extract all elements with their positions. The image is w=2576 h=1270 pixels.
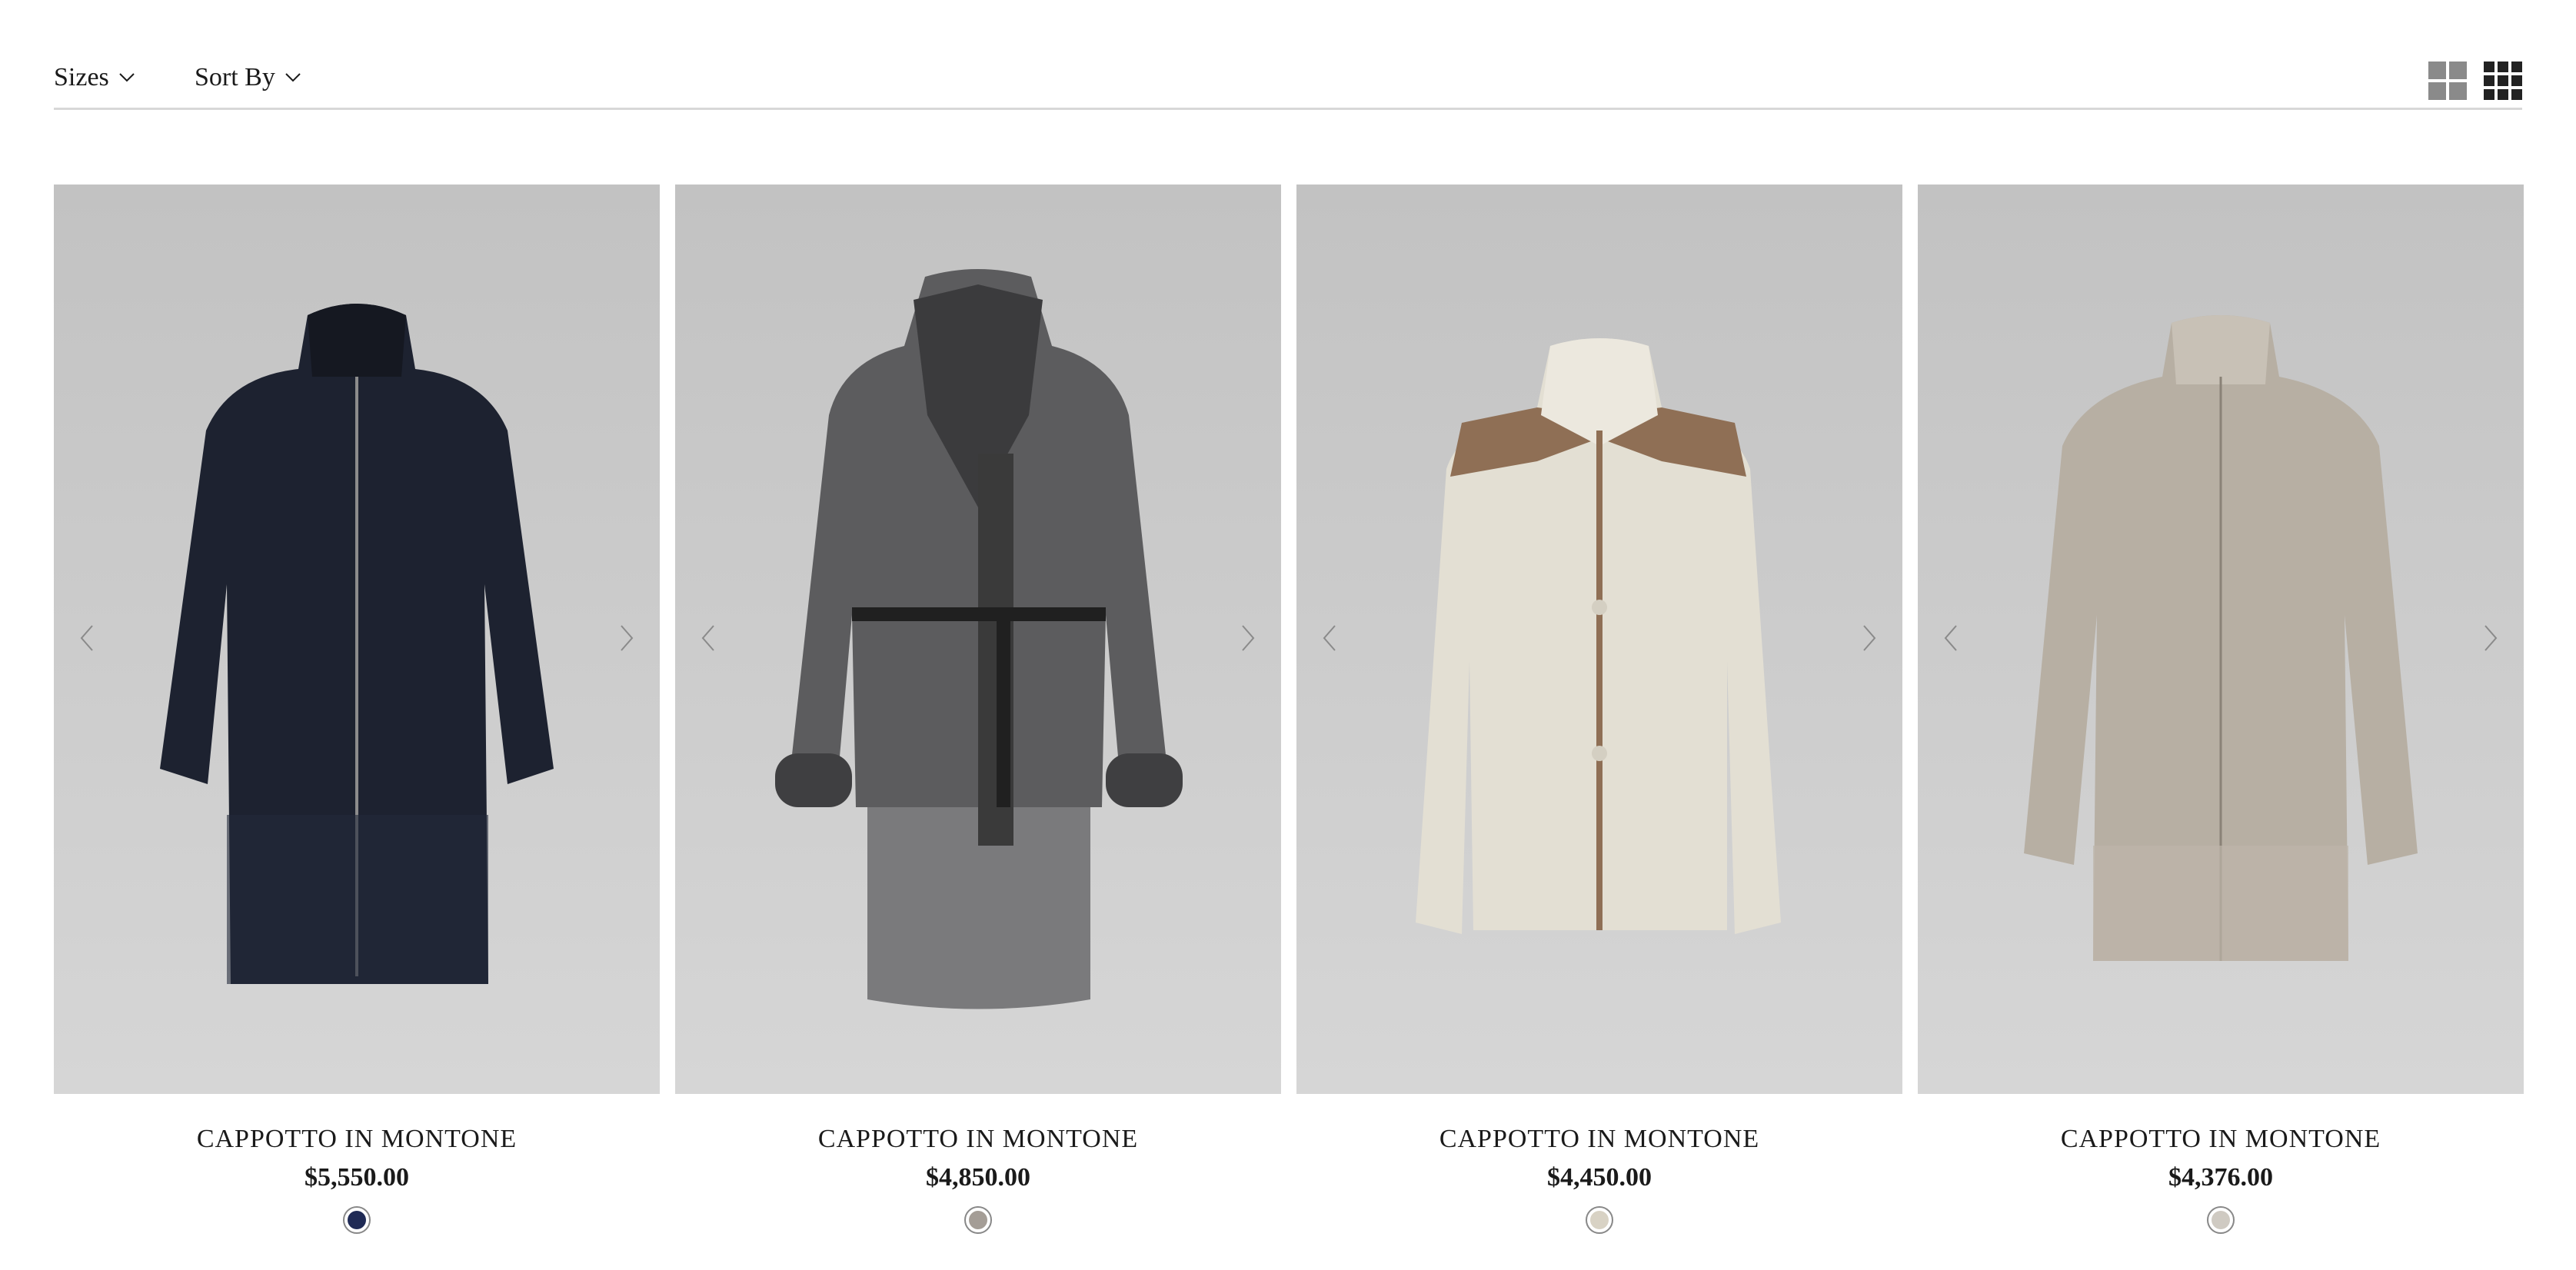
- sizes-filter[interactable]: Sizes: [54, 63, 135, 92]
- sort-by-filter[interactable]: Sort By: [195, 63, 301, 92]
- next-image-arrow[interactable]: [1236, 623, 1260, 653]
- product-card[interactable]: CAPPOTTO IN MONTONE $4,450.00: [1296, 185, 1902, 1234]
- chevron-down-icon: [285, 73, 301, 82]
- product-image[interactable]: [1918, 185, 2524, 1094]
- view-toggles: [2428, 62, 2522, 100]
- color-swatch[interactable]: [964, 1206, 992, 1234]
- chevron-down-icon: [119, 73, 135, 82]
- next-image-arrow[interactable]: [2479, 623, 2502, 653]
- coat-image: [160, 304, 554, 984]
- sizes-filter-label: Sizes: [54, 63, 109, 91]
- color-swatch[interactable]: [2207, 1206, 2235, 1234]
- previous-image-arrow[interactable]: [1318, 623, 1341, 653]
- previous-image-arrow[interactable]: [75, 623, 98, 653]
- product-card[interactable]: CAPPOTTO IN MONTONE $4,850.00: [675, 185, 1281, 1234]
- product-image[interactable]: [675, 185, 1281, 1094]
- product-card[interactable]: CAPPOTTO IN MONTONE $5,550.00: [54, 185, 660, 1234]
- previous-image-arrow[interactable]: [697, 623, 720, 653]
- grid-2x2-icon[interactable]: [2428, 62, 2467, 100]
- previous-image-arrow[interactable]: [1939, 623, 1962, 653]
- product-price: $5,550.00: [305, 1163, 409, 1192]
- product-title[interactable]: CAPPOTTO IN MONTONE: [675, 1125, 1281, 1154]
- sort-by-label: Sort By: [195, 63, 275, 91]
- product-price: $4,450.00: [1547, 1163, 1652, 1192]
- coat-image: [1416, 338, 1781, 934]
- product-title[interactable]: CAPPOTTO IN MONTONE: [1918, 1125, 2524, 1154]
- product-title[interactable]: CAPPOTTO IN MONTONE: [1296, 1125, 1902, 1154]
- product-price: $4,376.00: [2168, 1163, 2273, 1192]
- coat-image: [775, 269, 1183, 1009]
- coat-image: [2024, 315, 2418, 961]
- product-image[interactable]: [1296, 185, 1902, 1094]
- product-card[interactable]: CAPPOTTO IN MONTONE $4,376.00: [1918, 185, 2524, 1234]
- next-image-arrow[interactable]: [1858, 623, 1881, 653]
- product-title[interactable]: CAPPOTTO IN MONTONE: [54, 1125, 660, 1154]
- next-image-arrow[interactable]: [615, 623, 638, 653]
- grid-3x3-icon[interactable]: [2484, 62, 2522, 100]
- color-swatch[interactable]: [1586, 1206, 1613, 1234]
- color-swatch[interactable]: [343, 1206, 371, 1234]
- product-image[interactable]: [54, 185, 660, 1094]
- product-price: $4,850.00: [926, 1163, 1030, 1192]
- filter-toolbar: Sizes Sort By: [54, 54, 2522, 110]
